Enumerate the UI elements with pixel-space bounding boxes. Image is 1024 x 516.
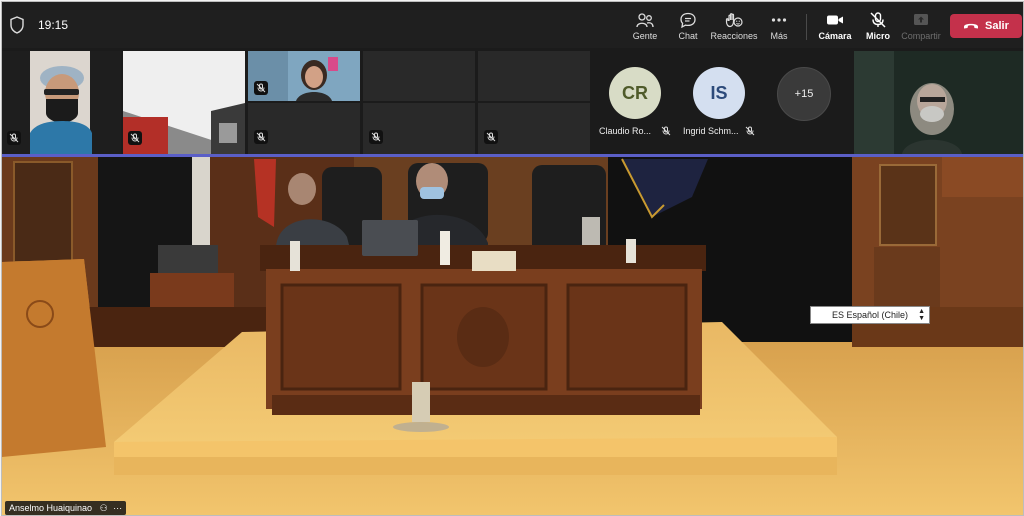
main-video: ES Español (Chile) ▲ ▼ Anselmo Huaiquinao… (2, 157, 1023, 515)
muted-indicator (369, 130, 383, 144)
participant-tile[interactable] (248, 103, 360, 154)
chat-icon (680, 12, 696, 28)
mic-off-icon (745, 126, 755, 136)
muted-indicator (254, 81, 268, 95)
more-participants-button[interactable]: +15 (777, 67, 831, 121)
chevron-updown-icon: ▲ ▼ (918, 308, 925, 322)
participant-video-tile[interactable] (123, 51, 245, 154)
participant-video-tile[interactable] (248, 51, 360, 101)
meeting-window: 19:15 Gente Chat Reacciones Más Cámara M… (1, 1, 1024, 516)
mic-off-icon (486, 132, 496, 142)
mic-off-icon (130, 133, 140, 143)
language-select-value: ES Español (Chile) (832, 310, 909, 320)
mic-off-icon (256, 83, 266, 93)
leave-label: Salir (985, 20, 1009, 32)
meeting-timer: 19:15 (38, 18, 69, 32)
participants-strip: CR Claudio Ro... IS Ingrid Schm... +15 (2, 48, 1023, 154)
shield-icon (10, 16, 24, 34)
avatar: CR (609, 67, 661, 119)
muted-indicator (254, 130, 268, 144)
more-icon (771, 18, 787, 22)
mic-off-icon (661, 126, 671, 136)
chat-label: Chat (678, 31, 698, 41)
leave-button[interactable]: Salir (950, 14, 1022, 38)
speaker-name-tag: Anselmo Huaiquinao ⚇ ··· (5, 501, 127, 515)
people-icon (636, 13, 654, 28)
reactions-label: Reacciones (710, 31, 758, 41)
participant-tile[interactable] (363, 51, 475, 101)
hang-up-icon (964, 23, 978, 29)
participant-tile[interactable] (478, 51, 590, 101)
main-video-feed (2, 157, 1023, 515)
participant-tile[interactable] (363, 103, 475, 154)
share-button[interactable]: Compartir (896, 8, 946, 46)
camera-icon (827, 15, 843, 25)
muted-indicator (484, 130, 498, 144)
participant-name: Claudio Ro... (599, 126, 652, 136)
self-video-tile[interactable] (854, 51, 1023, 154)
participant-pin-icon: ⚇ (99, 503, 108, 513)
muted-indicator (128, 131, 142, 145)
language-select[interactable]: ES Español (Chile) ▲ ▼ (810, 306, 930, 324)
participant-video-tile[interactable] (2, 51, 121, 154)
self-video (854, 51, 1023, 154)
toolbar-divider (806, 14, 807, 40)
reactions-icon (725, 13, 743, 28)
avatar: IS (693, 67, 745, 119)
chat-button[interactable]: Chat (663, 8, 713, 46)
mic-off-icon (256, 132, 266, 142)
mic-off-icon (371, 132, 381, 142)
share-icon (914, 14, 928, 25)
meeting-toolbar: 19:15 Gente Chat Reacciones Más Cámara M… (2, 2, 1023, 48)
mic-off-icon (870, 12, 886, 28)
share-label: Compartir (901, 31, 941, 41)
muted-indicator (7, 131, 21, 145)
participant-name: Ingrid Schm... (683, 126, 739, 136)
more-options-icon[interactable]: ··· (113, 503, 122, 513)
reactions-button[interactable]: Reacciones (709, 8, 759, 46)
more-button[interactable]: Más (754, 8, 804, 46)
mic-off-icon (9, 133, 19, 143)
more-label: Más (770, 31, 788, 41)
speaker-name: Anselmo Huaiquinao (9, 503, 93, 513)
participant-tile[interactable] (478, 103, 590, 154)
